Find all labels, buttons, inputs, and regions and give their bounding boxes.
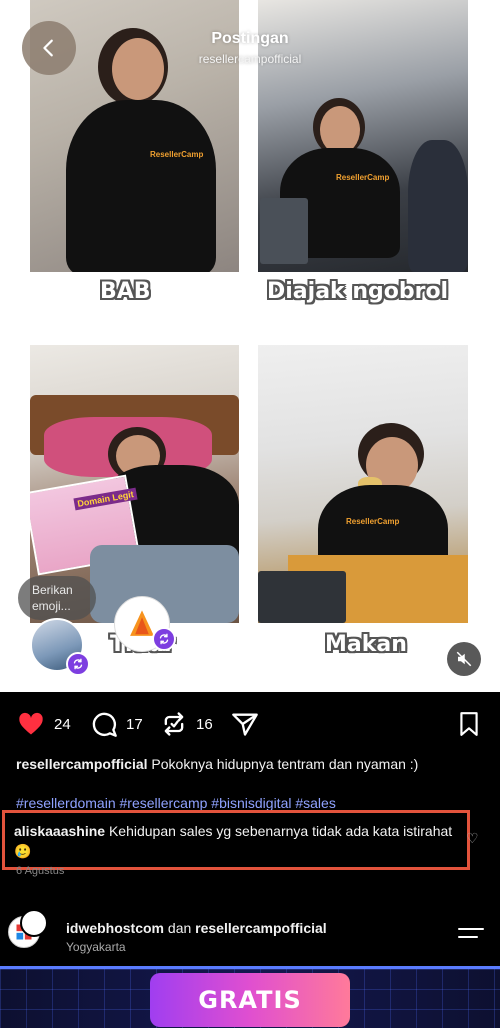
caption-makan: Makan bbox=[325, 632, 407, 657]
author-location[interactable]: Yogyakarta bbox=[66, 940, 126, 954]
caption-username[interactable]: resellercampofficial bbox=[16, 756, 148, 772]
repost-badge-icon bbox=[152, 627, 176, 651]
author-name-1[interactable]: idwebhostcom bbox=[66, 920, 164, 936]
comment-bubble-icon bbox=[92, 712, 117, 737]
comment-button[interactable]: 17 bbox=[90, 710, 143, 738]
emoji-reaction-prompt[interactable]: Berikan emoji... bbox=[18, 576, 96, 620]
page-title: Postingan bbox=[211, 30, 289, 47]
repost-button[interactable]: 16 bbox=[160, 710, 213, 738]
page-subtitle[interactable]: resellercampofficial bbox=[0, 52, 500, 66]
collab-avatar[interactable] bbox=[20, 909, 48, 937]
bookmark-icon bbox=[460, 712, 478, 736]
speaker-muted-icon bbox=[456, 651, 472, 667]
comment-count: 17 bbox=[126, 715, 143, 733]
save-button[interactable] bbox=[456, 710, 482, 738]
mute-button[interactable] bbox=[447, 642, 481, 676]
author-row[interactable]: idwebhostcom dan resellercampofficial Yo… bbox=[0, 906, 500, 956]
comment-item: aliskaaashine Kehidupan sales yg sebenar… bbox=[14, 821, 464, 861]
send-icon bbox=[232, 713, 258, 736]
share-button[interactable] bbox=[230, 710, 260, 738]
caption-diajak-ngobrol: Diajak ngobrol bbox=[267, 279, 449, 304]
post-media[interactable]: ResellerCamp ResellerCamp Domain Legit R… bbox=[0, 0, 500, 692]
like-button[interactable]: 24 bbox=[16, 710, 71, 738]
author-name-2[interactable]: resellercampofficial bbox=[195, 920, 327, 936]
repost-badge-icon bbox=[66, 652, 90, 676]
caption-bab: BAB bbox=[100, 279, 151, 304]
menu-icon[interactable] bbox=[458, 928, 484, 944]
post-caption: resellercampofficial Pokoknya hidupnya t… bbox=[16, 755, 486, 773]
like-count: 24 bbox=[54, 715, 71, 733]
author-names: idwebhostcom dan resellercampofficial bbox=[66, 920, 327, 936]
comment-like-icon[interactable]: ♡ bbox=[466, 830, 479, 847]
post-details: 24 17 16 resellercampofficial Pokoknya h… bbox=[0, 692, 500, 962]
author-connector: dan bbox=[167, 920, 192, 936]
repost-count: 16 bbox=[196, 715, 213, 733]
caption-text: Pokoknya hidupnya tentram dan nyaman :) bbox=[151, 756, 419, 772]
heart-filled-icon bbox=[19, 712, 43, 735]
promo-banner[interactable]: GRATIS bbox=[0, 966, 500, 1028]
comment-username[interactable]: aliskaaashine bbox=[14, 823, 105, 839]
hashtag-links[interactable]: #resellerdomain #resellercamp #bisnisdig… bbox=[16, 795, 336, 811]
gratis-button[interactable]: GRATIS bbox=[150, 973, 350, 1027]
repost-icon bbox=[164, 712, 184, 736]
photo-makan: ResellerCamp bbox=[258, 345, 468, 623]
post-date: 6 Agustus bbox=[16, 865, 65, 877]
gratis-label: GRATIS bbox=[198, 986, 302, 1014]
